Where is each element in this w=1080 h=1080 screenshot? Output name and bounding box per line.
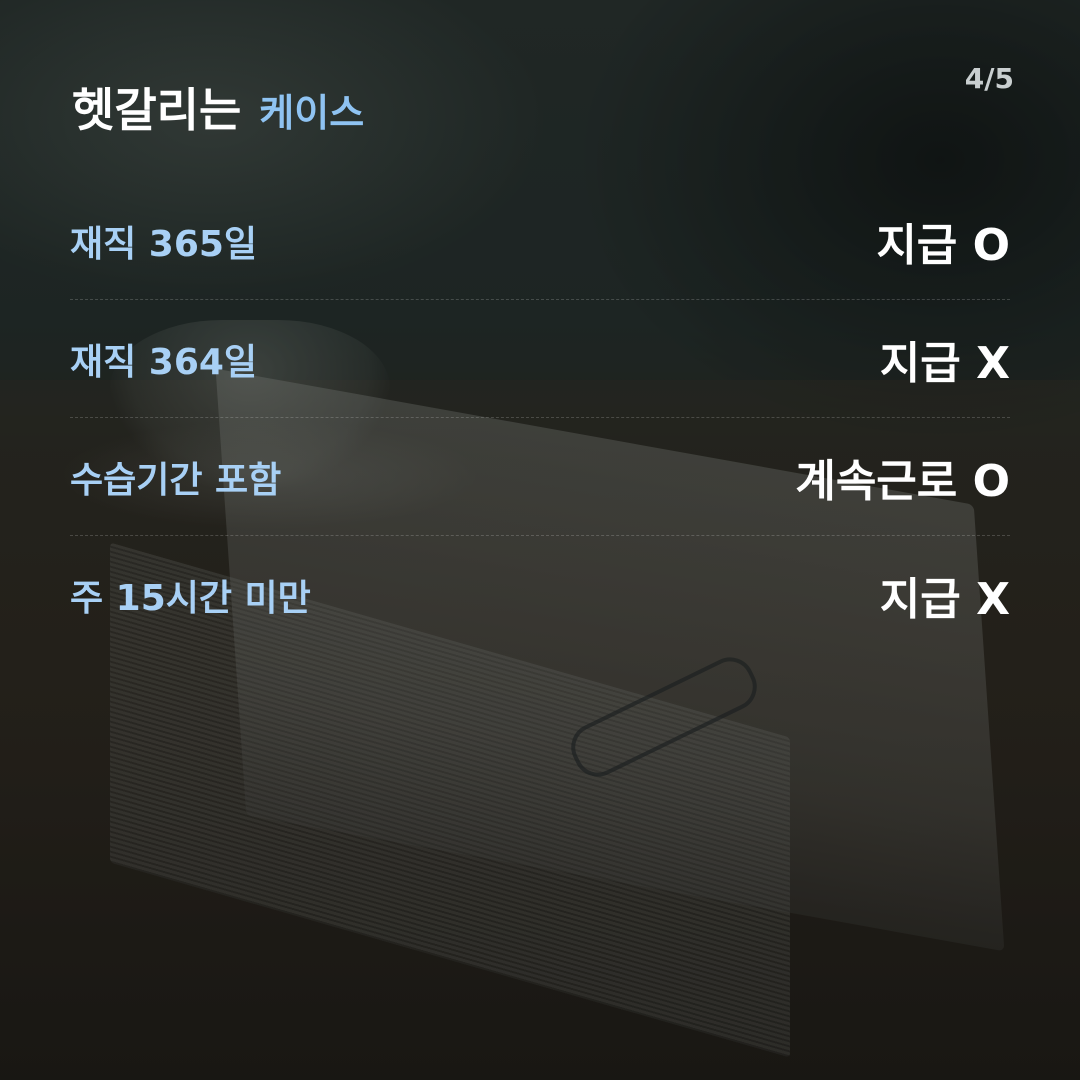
case-value: 지급 O: [876, 219, 1010, 271]
page-indicator: 4/5: [964, 62, 1014, 95]
case-row: 주 15시간 미만 지급 X: [70, 536, 1010, 653]
case-value: 계속근로 O: [795, 455, 1010, 507]
case-label: 재직 365일: [70, 223, 258, 265]
title-main: 헷갈리는: [72, 83, 242, 137]
case-row: 재직 365일 지급 O: [70, 182, 1010, 300]
case-label: 주 15시간 미만: [70, 577, 311, 619]
case-row: 재직 364일 지급 X: [70, 300, 1010, 418]
case-label: 재직 364일: [70, 341, 258, 383]
case-list: 재직 365일 지급 O 재직 364일 지급 X 수습기간 포함 계속근로 O…: [70, 182, 1010, 653]
case-value: 지급 X: [879, 337, 1010, 389]
case-row: 수습기간 포함 계속근로 O: [70, 418, 1010, 536]
card-content: 헷갈리는 케이스 4/5 재직 365일 지급 O 재직 364일 지급 X 수습…: [0, 0, 1080, 1080]
case-label: 수습기간 포함: [70, 459, 282, 501]
case-value: 지급 X: [879, 573, 1010, 625]
page-title: 헷갈리는 케이스: [72, 74, 364, 140]
title-accent: 케이스: [259, 91, 365, 135]
